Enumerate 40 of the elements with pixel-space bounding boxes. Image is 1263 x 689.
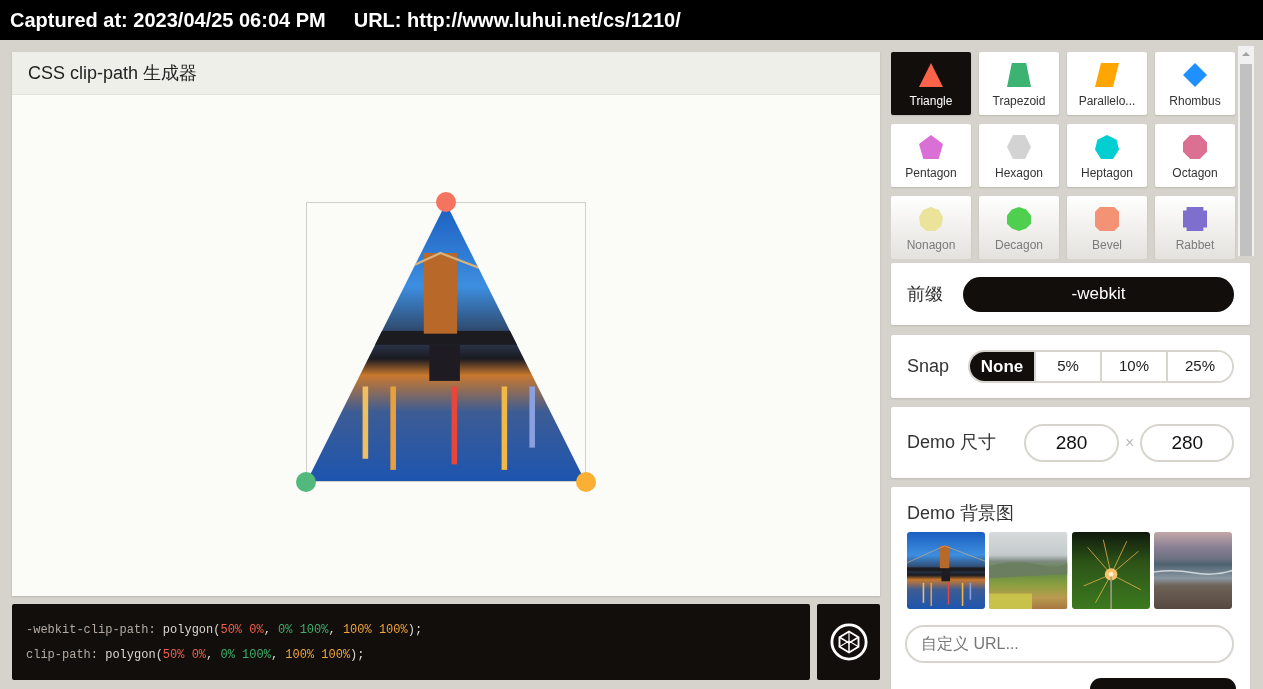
shape-button[interactable]: Heptagon	[1067, 124, 1147, 187]
shape-button[interactable]: Rabbet	[1155, 196, 1235, 259]
snap-label: Snap	[907, 355, 951, 378]
url-field[interactable]: 自定义 URL...	[905, 625, 1234, 663]
shape-button[interactable]: Parallelo...	[1067, 52, 1147, 115]
prefix-button[interactable]: -webkit	[963, 276, 1234, 312]
capture-time: Captured at: 2023/04/25 06:04 PM	[10, 8, 326, 32]
background-label: Demo 背景图	[907, 502, 1015, 524]
photo-thumbnail[interactable]	[1071, 532, 1150, 609]
cube-icon	[829, 623, 868, 661]
cube-button[interactable]	[817, 604, 880, 680]
scrollbar[interactable]	[1238, 46, 1254, 256]
editor-title: CSS clip-path 生成器	[28, 61, 198, 85]
shape-button[interactable]: Pentagon	[891, 124, 971, 187]
shape-button[interactable]: Decagon	[979, 196, 1059, 259]
photo-thumbnail[interactable]	[1153, 532, 1232, 609]
width-field[interactable]: 280	[1024, 423, 1119, 462]
photo-thumbnail[interactable]	[989, 532, 1068, 609]
snap-option[interactable]: 25%	[1166, 352, 1232, 381]
shape-button[interactable]: Bevel	[1067, 196, 1147, 259]
code-line: clip-path: polygon(50% 0%, 0% 100%, 100% 100%);	[26, 646, 366, 663]
multiply-sign: ×	[1125, 432, 1135, 453]
shape-button[interactable]: Trapezoid	[979, 52, 1059, 115]
shape-button[interactable]: Octagon	[1155, 124, 1235, 187]
snap-option[interactable]: None	[970, 352, 1034, 381]
prefix-label: 前缀	[907, 282, 944, 306]
code-line: -webkit-clip-path: polygon(50% 0%, 0% 100%, 100% 100%);	[26, 621, 424, 638]
capture-url: URL: http://www.luhui.net/cs/1210/	[353, 8, 681, 32]
scrollbar-thumb[interactable]	[1240, 64, 1252, 256]
shape-button[interactable]: Rhombus	[1155, 52, 1235, 115]
shape-button[interactable]: Hexagon	[979, 124, 1059, 187]
shape-button[interactable]: Nonagon	[891, 196, 971, 259]
pill-button[interactable]	[1090, 678, 1236, 689]
shape-button[interactable]: Triangle	[891, 52, 971, 115]
vertex-handle[interactable]	[436, 191, 456, 212]
photo-thumbnail[interactable]	[907, 532, 986, 609]
vertex-handle[interactable]	[296, 471, 316, 492]
vertex-handle[interactable]	[576, 471, 596, 492]
height-field[interactable]: 280	[1140, 423, 1235, 462]
size-label: Demo 尺寸	[907, 431, 997, 454]
